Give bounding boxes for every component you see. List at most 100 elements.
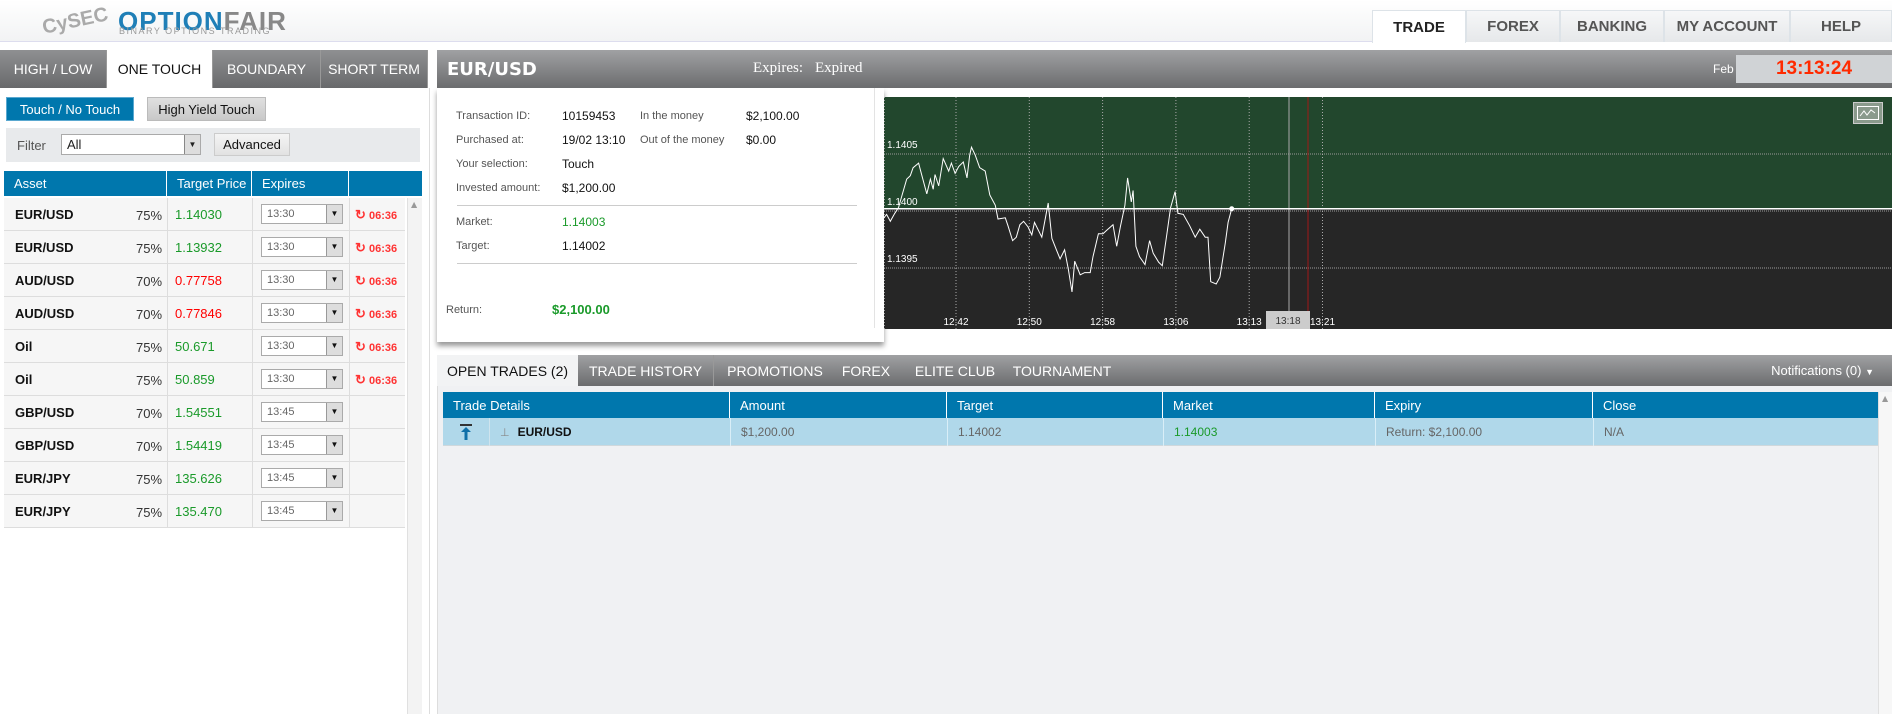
target-price: 50.671 [175, 339, 215, 354]
advanced-button[interactable]: Advanced [214, 133, 290, 156]
touch-up-icon [443, 418, 489, 446]
trade-asset: EUR/USD [517, 425, 572, 439]
trades-scrollbar[interactable]: ▲ [1878, 392, 1892, 714]
asset-row[interactable]: Oil 75% 50.859 13:30 ▼ ↻ 06:36 [4, 363, 405, 396]
countdown: ↻ 06:36 [355, 207, 397, 223]
divider [167, 297, 168, 330]
asset-row[interactable]: EUR/JPY 75% 135.626 13:45 ▼ [4, 462, 405, 495]
asset-row[interactable]: AUD/USD 70% 0.77846 13:30 ▼ ↻ 06:36 [4, 297, 405, 330]
target-price: 1.14030 [175, 207, 222, 222]
chevron-down-icon[interactable]: ▼ [326, 271, 342, 289]
col-trade-details: Trade Details [443, 392, 730, 418]
expiry-select[interactable]: 13:45 ▼ [261, 402, 343, 422]
tab-promotions[interactable]: PROMOTIONS [714, 355, 836, 386]
asset-name: EUR/JPY [15, 471, 71, 486]
asset-scrollbar[interactable]: ▲ [407, 198, 422, 714]
x-tick-label: 13:13 [1237, 317, 1262, 328]
expiry-select[interactable]: 13:30 ▼ [261, 237, 343, 257]
nav-banking[interactable]: BANKING [1560, 10, 1664, 42]
chevron-down-icon[interactable]: ▼ [326, 469, 342, 487]
divider [167, 495, 168, 528]
tab-one-touch[interactable]: ONE TOUCH [107, 50, 213, 88]
chevron-down-icon[interactable]: ▼ [326, 238, 342, 256]
scroll-up-icon[interactable]: ▲ [411, 200, 417, 209]
purchased-at-label: Purchased at: [456, 134, 524, 146]
nav-help[interactable]: HELP [1790, 10, 1892, 42]
y-tick-label: 1.1400 [887, 197, 918, 208]
chevron-down-icon[interactable]: ▼ [326, 304, 342, 322]
tab-open-trades[interactable]: OPEN TRADES (2) [437, 355, 578, 386]
col-target-price: Target Price [167, 171, 252, 196]
expiry-select[interactable]: 13:45 ▼ [261, 435, 343, 455]
asset-row[interactable]: GBP/USD 70% 1.54551 13:45 ▼ [4, 396, 405, 429]
clock-icon: ↻ [355, 273, 366, 288]
countdown: ↻ 06:36 [355, 306, 397, 322]
expiry-select[interactable]: 13:30 ▼ [261, 270, 343, 290]
tab-boundary[interactable]: BOUNDARY [213, 50, 321, 88]
expiry-select[interactable]: 13:30 ▼ [261, 336, 343, 356]
expiry-select[interactable]: 13:45 ▼ [261, 501, 343, 521]
expiry-select[interactable]: 13:30 ▼ [261, 303, 343, 323]
expiry-value: 13:30 [267, 241, 295, 253]
divider [349, 264, 350, 297]
tab-short-term[interactable]: SHORT TERM [321, 50, 428, 88]
target-price: 1.13932 [175, 240, 222, 255]
tab-high-low[interactable]: HIGH / LOW [0, 50, 107, 88]
nav-my-account[interactable]: MY ACCOUNT [1664, 10, 1790, 42]
return-label: Return: [446, 304, 483, 316]
chevron-down-icon[interactable]: ▼ [326, 403, 342, 421]
asset-row[interactable]: EUR/USD 75% 1.13932 13:30 ▼ ↻ 06:36 [4, 231, 405, 264]
asset-name: Oil [15, 339, 33, 354]
divider [874, 88, 875, 328]
asset-row[interactable]: AUD/USD 70% 0.77758 13:30 ▼ ↻ 06:36 [4, 264, 405, 297]
asset-row[interactable]: EUR/JPY 75% 135.470 13:45 ▼ [4, 495, 405, 528]
divider [252, 198, 253, 231]
asset-name: EUR/USD [15, 207, 74, 222]
notifications-dropdown[interactable]: Notifications (0) ▼ [1771, 363, 1874, 378]
divider [349, 330, 350, 363]
chevron-down-icon[interactable]: ▼ [184, 135, 200, 154]
payout-percent: 75% [136, 208, 163, 223]
y-tick-label: 1.1395 [887, 254, 918, 265]
expiry-value: 13:45 [267, 439, 295, 451]
price-chart[interactable]: 1.1405 1.1400 1.1395 12:42 12:50 12:58 13:06 13… [884, 97, 1892, 329]
scroll-up-icon[interactable]: ▲ [1882, 394, 1888, 403]
chevron-down-icon[interactable]: ▼ [326, 337, 342, 355]
server-clock: 13:13:24 [1736, 55, 1892, 83]
tab-elite-club[interactable]: ELITE CLUB [910, 355, 1000, 386]
target-price: 50.859 [175, 372, 215, 387]
optionfair-logo[interactable]: CySEC OPTIONFAIR BINARY OPTIONS TRADING [20, 0, 286, 40]
clock-icon: ↻ [355, 372, 366, 387]
chevron-down-icon[interactable]: ▼ [326, 502, 342, 520]
clock-icon: ↻ [355, 207, 366, 222]
expiry-select[interactable]: 13:30 ▼ [261, 369, 343, 389]
asset-row[interactable]: Oil 75% 50.671 13:30 ▼ ↻ 06:36 [4, 330, 405, 363]
nav-forex[interactable]: FOREX [1466, 10, 1560, 42]
nav-trade[interactable]: TRADE [1372, 10, 1466, 43]
tab-trade-history[interactable]: TRADE HISTORY [578, 355, 714, 386]
chevron-down-icon[interactable]: ▼ [326, 436, 342, 454]
expiry-select[interactable]: 13:30 ▼ [261, 204, 343, 224]
filter-select[interactable]: All ▼ [61, 134, 201, 155]
payout-percent: 75% [136, 340, 163, 355]
chart-type-button[interactable] [1853, 102, 1883, 124]
chevron-down-icon[interactable]: ▼ [326, 205, 342, 223]
countdown: ↻ 06:36 [355, 273, 397, 289]
expiry-select[interactable]: 13:45 ▼ [261, 468, 343, 488]
target-price: 135.626 [175, 471, 222, 486]
touch-no-touch-button[interactable]: Touch / No Touch [6, 97, 134, 121]
asset-table-header: Asset Target Price Expires [4, 171, 422, 196]
high-yield-touch-button[interactable]: High Yield Touch [147, 97, 266, 121]
asset-row[interactable]: EUR/USD 75% 1.14030 13:30 ▼ ↻ 06:36 [4, 198, 405, 231]
tab-tournament[interactable]: TOURNAMENT [1010, 355, 1114, 386]
clock-icon: ↻ [355, 306, 366, 321]
chevron-down-icon[interactable]: ▼ [326, 370, 342, 388]
asset-row[interactable]: GBP/USD 70% 1.54419 13:45 ▼ [4, 429, 405, 462]
countdown-value: 06:36 [368, 375, 398, 387]
tab-forex[interactable]: FOREX [836, 355, 896, 386]
payout-percent: 75% [136, 373, 163, 388]
current-time-label: 13:18 [1275, 316, 1300, 327]
trade-row[interactable]: ⊥ EUR/USD $1,200.00 1.14002 1.14003 Retur… [443, 418, 1878, 446]
top-header: CySEC OPTIONFAIR BINARY OPTIONS TRADING … [0, 0, 1892, 43]
market-value: 1.14003 [562, 215, 606, 229]
